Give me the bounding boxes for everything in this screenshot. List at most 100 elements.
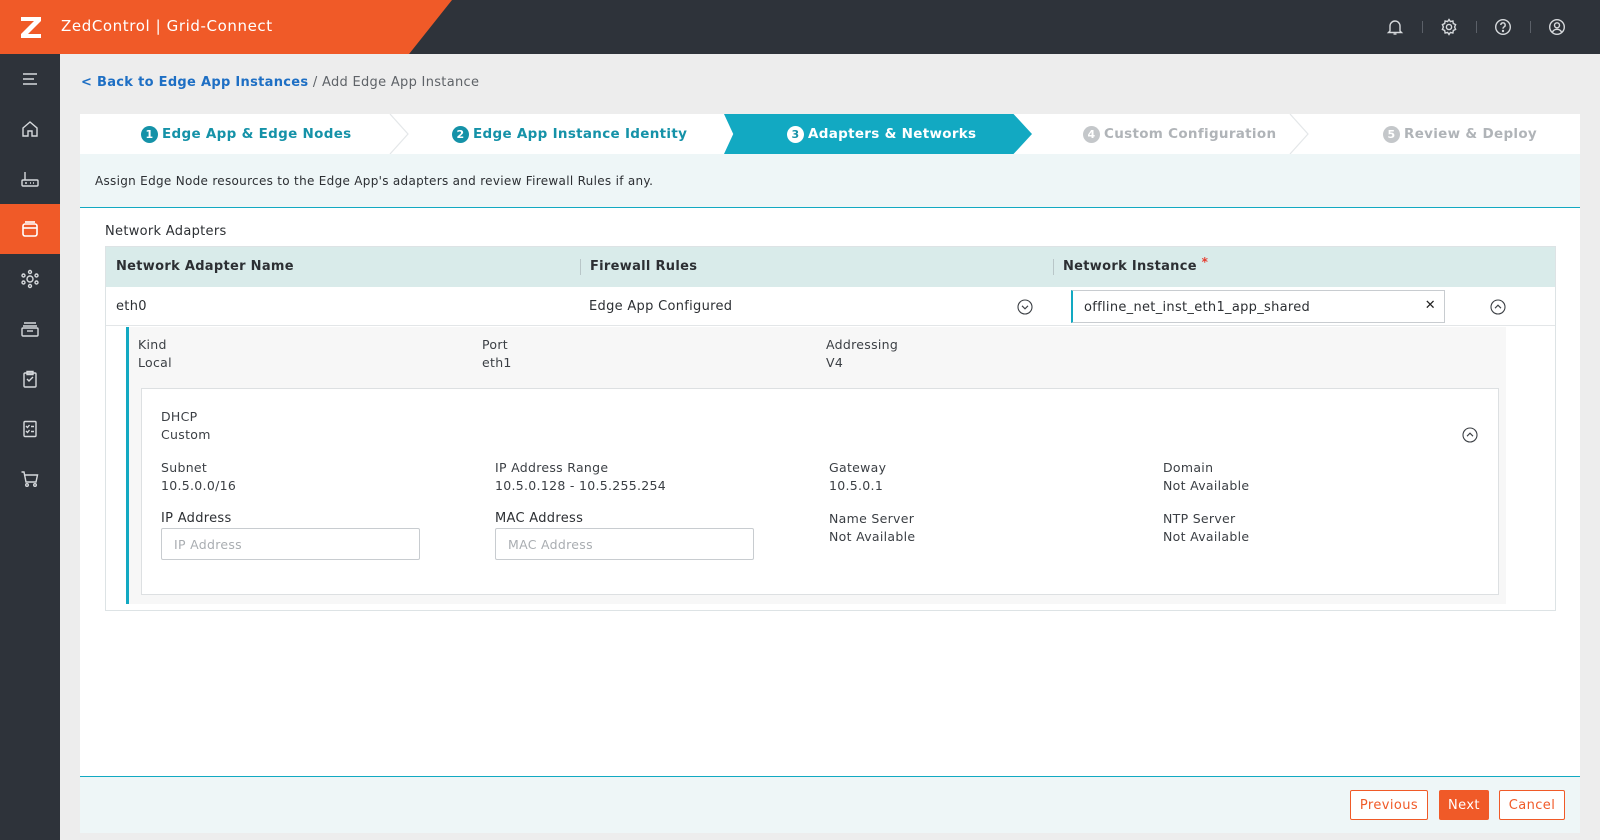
step-edge-app-edge-nodes[interactable]: 1 Edge App & Edge Nodes	[141, 114, 352, 154]
breadcrumb-current: Add Edge App Instance	[321, 75, 480, 90]
network-instance-value: offline_net_inst_eth1_app_shared	[1084, 300, 1311, 315]
port-field: Port eth1	[482, 336, 512, 372]
help-icon[interactable]	[1476, 0, 1530, 54]
kind-value: Local	[138, 355, 172, 370]
home-icon	[22, 121, 38, 137]
brand-area: ZedControl | Grid-Connect	[0, 0, 452, 54]
step-number: 5	[1383, 125, 1400, 143]
mac-address-input[interactable]	[495, 528, 754, 560]
top-bar: ZedControl | Grid-Connect	[0, 0, 1600, 54]
step-description-bar: Assign Edge Node resources to the Edge A…	[80, 154, 1580, 208]
gateway-field: Gateway 10.5.0.1	[829, 459, 886, 495]
sidebar-menu-toggle[interactable]	[0, 54, 60, 104]
user-icon[interactable]	[1530, 0, 1584, 54]
column-network-instance: Network Instance *	[1063, 255, 1208, 274]
ip-address-label: IP Address	[161, 511, 232, 526]
network-adapters-title: Network Adapters	[105, 224, 227, 239]
name-server-value: Not Available	[829, 529, 916, 544]
gateway-label: Gateway	[829, 460, 887, 475]
edge-node-icon	[21, 172, 39, 187]
app-title: ZedControl | Grid-Connect	[61, 17, 273, 35]
step-description: Assign Edge Node resources to the Edge A…	[95, 174, 654, 188]
dhcp-settings-box: DHCP Custom Subnet 10.5.0.0/16 IP Addres…	[141, 388, 1499, 595]
wizard-footer: Previous Next Cancel	[80, 776, 1580, 833]
bell-icon[interactable]	[1368, 0, 1422, 54]
addressing-value: V4	[826, 355, 844, 370]
step-label: Review & Deploy	[1404, 126, 1538, 142]
top-icon-bar	[1368, 0, 1584, 54]
step-adapters-networks[interactable]: 3 Adapters & Networks	[787, 114, 976, 154]
collapse-dhcp-chevron-up-icon[interactable]	[1462, 427, 1478, 443]
sidebar-item-home[interactable]	[0, 104, 60, 154]
wizard-stepper: 1 Edge App & Edge Nodes 2 Edge App Insta…	[80, 114, 1580, 154]
kind-label: Kind	[138, 337, 167, 352]
sidebar-item-edge-nodes[interactable]	[0, 154, 60, 204]
zededa-logo-icon	[21, 17, 41, 38]
step-number: 3	[787, 125, 804, 143]
ip-range-value: 10.5.0.128 - 10.5.255.254	[495, 478, 667, 493]
wizard-panel: 1 Edge App & Edge Nodes 2 Edge App Insta…	[80, 114, 1580, 833]
step-divider-chevron	[1289, 114, 1309, 154]
addressing-label: Addressing	[826, 337, 899, 352]
sidebar-item-storage[interactable]	[0, 304, 60, 354]
subnet-field: Subnet 10.5.0.0/16	[161, 459, 236, 495]
step-number: 4	[1083, 125, 1100, 143]
marketplace-cart-icon	[21, 471, 39, 487]
ip-range-field: IP Address Range 10.5.0.128 - 10.5.255.2…	[495, 459, 666, 495]
clear-network-instance-close-icon[interactable]: ✕	[1425, 298, 1436, 313]
column-divider	[1053, 259, 1054, 275]
step-divider-chevron	[389, 114, 409, 154]
ntp-server-value: Not Available	[1163, 529, 1250, 544]
cancel-button[interactable]: Cancel	[1499, 790, 1565, 820]
port-value: eth1	[482, 355, 512, 370]
subnet-value: 10.5.0.0/16	[161, 478, 237, 493]
dhcp-field: DHCP Custom	[161, 408, 211, 444]
table-row: eth0 Edge App Configured offline_net_ins…	[106, 287, 1555, 326]
network-instance-select[interactable]: offline_net_inst_eth1_app_shared ✕	[1071, 290, 1445, 323]
ip-range-label: IP Address Range	[495, 460, 609, 475]
sidebar-item-marketplace[interactable]	[0, 454, 60, 504]
previous-button[interactable]: Previous	[1350, 790, 1428, 820]
dhcp-value: Custom	[161, 427, 211, 442]
dhcp-label: DHCP	[161, 409, 198, 424]
column-network-adapter-name: Network Adapter Name	[116, 259, 294, 274]
step-custom-configuration[interactable]: 4 Custom Configuration	[1083, 114, 1276, 154]
adapter-details: Kind Local Port eth1 Addressing V4 DHCP …	[126, 327, 1506, 604]
step-number: 2	[452, 125, 469, 143]
sidebar-item-networks[interactable]	[0, 254, 60, 304]
ntp-server-field: NTP Server Not Available	[1163, 510, 1249, 546]
step-label: Edge App Instance Identity	[473, 126, 688, 142]
domain-value: Not Available	[1163, 478, 1250, 493]
step-label: Adapters & Networks	[808, 126, 977, 142]
port-label: Port	[482, 337, 508, 352]
step-review-deploy[interactable]: 5 Review & Deploy	[1383, 114, 1537, 154]
kind-field: Kind Local	[138, 336, 172, 372]
domain-label: Domain	[1163, 460, 1214, 475]
breadcrumb: < Back to Edge App Instances / Add Edge …	[81, 75, 479, 90]
sidebar-item-edge-app-instances[interactable]	[0, 204, 60, 254]
network-adapters-table: Network Adapter Name Firewall Rules Netw…	[105, 246, 1556, 611]
next-button[interactable]: Next	[1439, 790, 1489, 820]
mac-address-label: MAC Address	[495, 511, 584, 526]
sidebar	[0, 54, 60, 840]
step-edge-app-instance-identity[interactable]: 2 Edge App Instance Identity	[452, 114, 687, 154]
expand-firewall-rules-chevron-down-icon[interactable]	[1017, 299, 1033, 315]
column-firewall-rules: Firewall Rules	[590, 259, 698, 274]
collapse-row-chevron-up-icon[interactable]	[1490, 299, 1506, 315]
step-label: Edge App & Edge Nodes	[162, 126, 352, 142]
step-number: 1	[141, 125, 158, 143]
menu-icon	[23, 73, 37, 85]
name-server-label: Name Server	[829, 511, 915, 526]
edge-app-instances-icon	[22, 221, 38, 237]
sidebar-item-projects[interactable]	[0, 354, 60, 404]
ip-address-input[interactable]	[161, 528, 420, 560]
subnet-label: Subnet	[161, 460, 208, 475]
gear-icon[interactable]	[1422, 0, 1476, 54]
clipboard-icon	[23, 370, 37, 388]
back-to-edge-app-instances-link[interactable]: < Back to Edge App Instances	[81, 75, 308, 90]
domain-field: Domain Not Available	[1163, 459, 1249, 495]
network-icon	[21, 269, 39, 289]
sidebar-item-policies[interactable]	[0, 404, 60, 454]
column-divider	[580, 259, 581, 275]
adapter-name-cell: eth0	[116, 299, 147, 314]
